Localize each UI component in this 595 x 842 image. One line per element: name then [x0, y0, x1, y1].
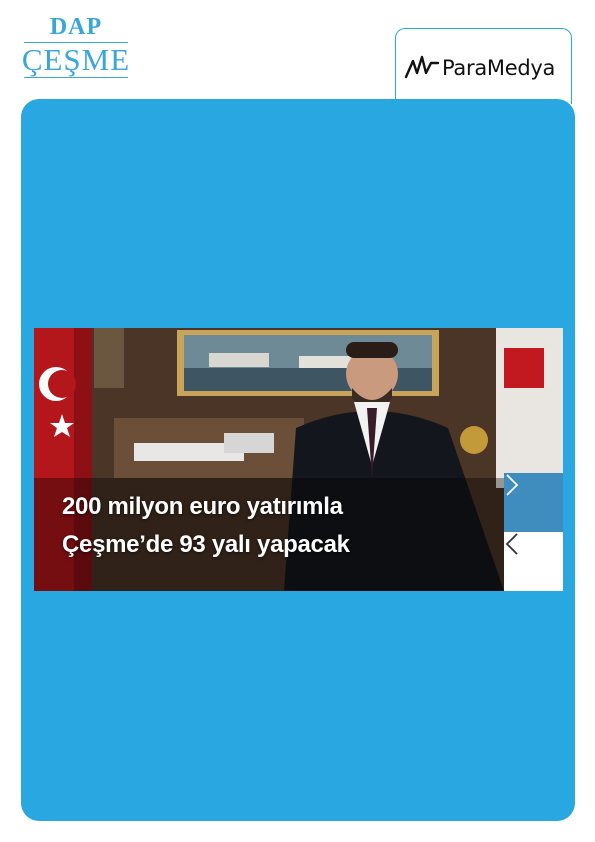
slide-headline[interactable]: 200 milyon euro yatırımla Çeşme’de 93 ya…	[62, 488, 492, 564]
headline-line-2: Çeşme’de 93 yalı yapacak	[62, 531, 350, 558]
logo-line-1: DAP	[49, 14, 103, 40]
logo-underline	[24, 77, 128, 78]
chevron-right-icon	[506, 474, 519, 496]
slider-next-button[interactable]	[504, 473, 563, 532]
logo-line-2: ÇEŞME	[21, 42, 131, 77]
paramedya-mark-icon	[404, 51, 440, 86]
dap-cesme-logo[interactable]: DAP ÇEŞME	[20, 14, 132, 78]
chevron-left-icon	[505, 533, 518, 555]
slider-prev-button[interactable]	[504, 532, 563, 591]
headline-line-1: 200 milyon euro yatırımla	[62, 493, 343, 520]
news-slider[interactable]: 200 milyon euro yatırımla Çeşme’de 93 ya…	[34, 328, 563, 591]
paramedya-label: ParaMedya	[442, 56, 556, 80]
paramedya-tab[interactable]: ParaMedya	[395, 28, 572, 104]
